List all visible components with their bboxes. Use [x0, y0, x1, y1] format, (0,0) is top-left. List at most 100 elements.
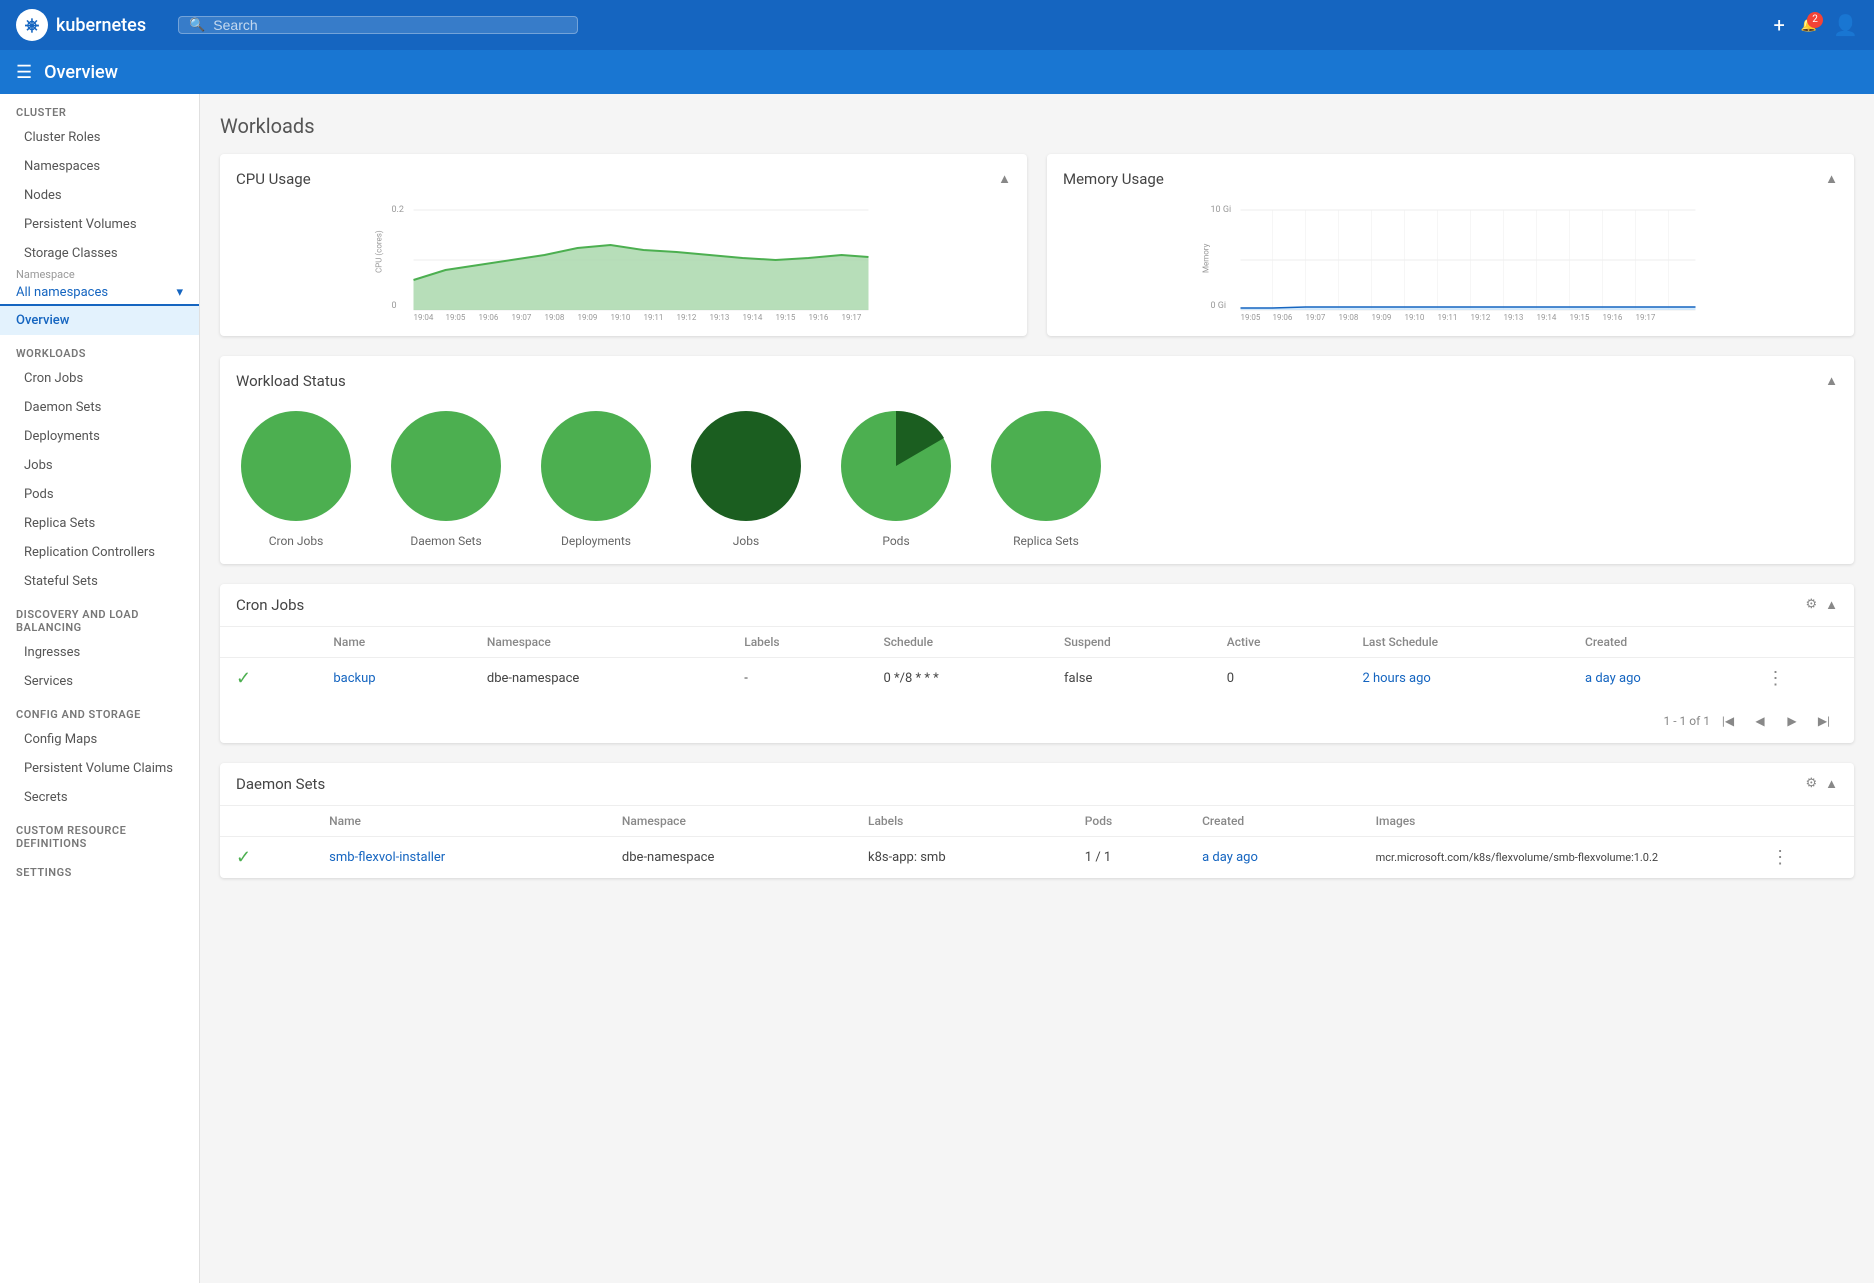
status-circle-daemon-sets[interactable]: Daemon Sets [386, 406, 506, 548]
daemon-sets-circle-svg [386, 406, 506, 526]
ds-col-images: Images [1360, 806, 1755, 837]
cron-job-name: backup [317, 658, 471, 700]
sidebar-item-replication-controllers[interactable]: Replication Controllers [0, 538, 199, 567]
svg-text:CPU (cores): CPU (cores) [375, 230, 384, 273]
svg-text:19:13: 19:13 [710, 313, 730, 320]
search-bar[interactable]: 🔍 [178, 16, 578, 34]
status-circle-deployments[interactable]: Deployments [536, 406, 656, 548]
pods-circle-svg [836, 406, 956, 526]
sidebar-item-pvc[interactable]: Persistent Volume Claims [0, 754, 199, 783]
sidebar-item-pods[interactable]: Pods [0, 480, 199, 509]
status-circle-jobs[interactable]: Jobs [686, 406, 806, 548]
first-page-button[interactable]: |◀ [1714, 707, 1742, 735]
sidebar-item-daemon-sets[interactable]: Daemon Sets [0, 393, 199, 422]
ds-created-link[interactable]: a day ago [1202, 850, 1258, 865]
status-circle-replica-sets[interactable]: Replica Sets [986, 406, 1106, 548]
filter-icon[interactable]: ⚙ [1805, 597, 1817, 613]
cron-job-namespace: dbe-namespace [471, 658, 728, 700]
notification-button[interactable]: 🔔 2 [1801, 18, 1817, 33]
daemon-set-more[interactable]: ⋮ [1755, 837, 1854, 879]
daemon-set-pods: 1 / 1 [1069, 837, 1186, 879]
deployments-circle-svg [536, 406, 656, 526]
sidebar-item-storage-classes[interactable]: Storage Classes [0, 239, 199, 268]
hamburger-icon[interactable]: ☰ [16, 62, 32, 83]
cron-jobs-table: Name Namespace Labels Schedule Suspend A… [220, 627, 1854, 699]
daemon-set-namespace: dbe-namespace [606, 837, 852, 879]
sidebar-item-jobs[interactable]: Jobs [0, 451, 199, 480]
created-link[interactable]: a day ago [1585, 671, 1641, 686]
sidebar: Cluster Cluster Roles Namespaces Nodes P… [0, 94, 200, 1283]
sidebar-item-config-maps[interactable]: Config Maps [0, 725, 199, 754]
col-name [220, 627, 317, 658]
cron-jobs-table-actions: ⚙ ▲ [1805, 597, 1838, 613]
daemon-filter-icon[interactable]: ⚙ [1805, 776, 1817, 792]
svg-text:19:11: 19:11 [644, 313, 664, 320]
svg-text:19:12: 19:12 [1471, 313, 1491, 320]
ds-status-ok-icon: ✓ [236, 847, 251, 868]
cluster-section-title: Cluster [0, 94, 199, 123]
daemon-collapse-icon[interactable]: ▲ [1825, 776, 1838, 792]
svg-text:19:06: 19:06 [1273, 313, 1293, 320]
cron-jobs-label: Cron Jobs [269, 534, 324, 548]
memory-chart-area: 10 Gi 0 Gi Memory [1063, 200, 1838, 320]
daemon-sets-label: Daemon Sets [410, 534, 481, 548]
svg-text:19:16: 19:16 [809, 313, 829, 320]
search-input[interactable] [213, 17, 567, 33]
chevron-down-icon: ▾ [176, 285, 183, 300]
status-circle-cron-jobs[interactable]: Cron Jobs [236, 406, 356, 548]
last-page-button[interactable]: ▶| [1810, 707, 1838, 735]
sidebar-item-persistent-volumes[interactable]: Persistent Volumes [0, 210, 199, 239]
sidebar-item-stateful-sets[interactable]: Stateful Sets [0, 567, 199, 596]
svg-text:Memory: Memory [1202, 243, 1211, 273]
workload-status-header: Workload Status ▲ [236, 372, 1838, 390]
daemon-set-labels: k8s-app: smb [852, 837, 1069, 879]
top-nav-right: + 🔔 2 👤 [1774, 13, 1858, 37]
cron-job-status: ✓ [220, 658, 317, 700]
sidebar-item-cluster-roles[interactable]: Cluster Roles [0, 123, 199, 152]
memory-chart-collapse-icon[interactable]: ▲ [1825, 171, 1838, 187]
next-page-button[interactable]: ▶ [1778, 707, 1806, 735]
daemon-sets-table: Name Namespace Labels Pods Created Image… [220, 806, 1854, 878]
svg-text:19:14: 19:14 [1537, 313, 1557, 320]
svg-text:19:08: 19:08 [1339, 313, 1359, 320]
status-circle-pods[interactable]: Pods [836, 406, 956, 548]
top-nav: ⎈ kubernetes 🔍 + 🔔 2 👤 [0, 0, 1874, 50]
ds-col-namespace: Namespace [606, 806, 852, 837]
sidebar-item-cron-jobs[interactable]: Cron Jobs [0, 364, 199, 393]
daemon-sets-table-title: Daemon Sets [236, 775, 325, 793]
daemon-set-row: ✓ smb-flexvol-installer dbe-namespace k8… [220, 837, 1854, 879]
cron-jobs-table-title: Cron Jobs [236, 596, 304, 614]
sidebar-item-services[interactable]: Services [0, 667, 199, 696]
svg-text:19:08: 19:08 [545, 313, 565, 320]
cron-job-active: 0 [1211, 658, 1347, 700]
daemon-set-name-link[interactable]: smb-flexvol-installer [329, 850, 445, 865]
sidebar-item-ingresses[interactable]: Ingresses [0, 638, 199, 667]
user-avatar[interactable]: 👤 [1833, 13, 1858, 37]
sidebar-item-overview[interactable]: Overview [0, 306, 199, 335]
sidebar-item-namespaces[interactable]: Namespaces [0, 152, 199, 181]
add-button[interactable]: + [1774, 13, 1785, 37]
col-schedule: Schedule [868, 627, 1048, 658]
cpu-chart-area: 0.2 0 CPU (cores) 19:04 19:05 19:06 [236, 200, 1011, 320]
workload-status-collapse-icon[interactable]: ▲ [1825, 373, 1838, 389]
cron-job-more[interactable]: ⋮ [1751, 658, 1854, 700]
svg-text:19:10: 19:10 [1405, 313, 1425, 320]
sidebar-item-replica-sets[interactable]: Replica Sets [0, 509, 199, 538]
sidebar-item-secrets[interactable]: Secrets [0, 783, 199, 812]
cpu-chart-collapse-icon[interactable]: ▲ [998, 171, 1011, 187]
svg-text:19:04: 19:04 [414, 313, 434, 320]
workload-status-title: Workload Status [236, 372, 346, 390]
sidebar-item-nodes[interactable]: Nodes [0, 181, 199, 210]
ds-col-pods: Pods [1069, 806, 1186, 837]
namespace-dropdown[interactable]: All namespaces ▾ [0, 281, 199, 306]
cron-job-name-link[interactable]: backup [333, 671, 375, 686]
ds-more-menu-icon[interactable]: ⋮ [1771, 847, 1789, 868]
last-schedule-link[interactable]: 2 hours ago [1362, 671, 1430, 686]
collapse-icon[interactable]: ▲ [1825, 597, 1838, 613]
more-menu-icon[interactable]: ⋮ [1767, 668, 1785, 689]
kubernetes-logo: ⎈ [16, 9, 48, 41]
pods-label: Pods [882, 534, 909, 548]
svg-text:0: 0 [392, 301, 397, 311]
sidebar-item-deployments[interactable]: Deployments [0, 422, 199, 451]
prev-page-button[interactable]: ◀ [1746, 707, 1774, 735]
